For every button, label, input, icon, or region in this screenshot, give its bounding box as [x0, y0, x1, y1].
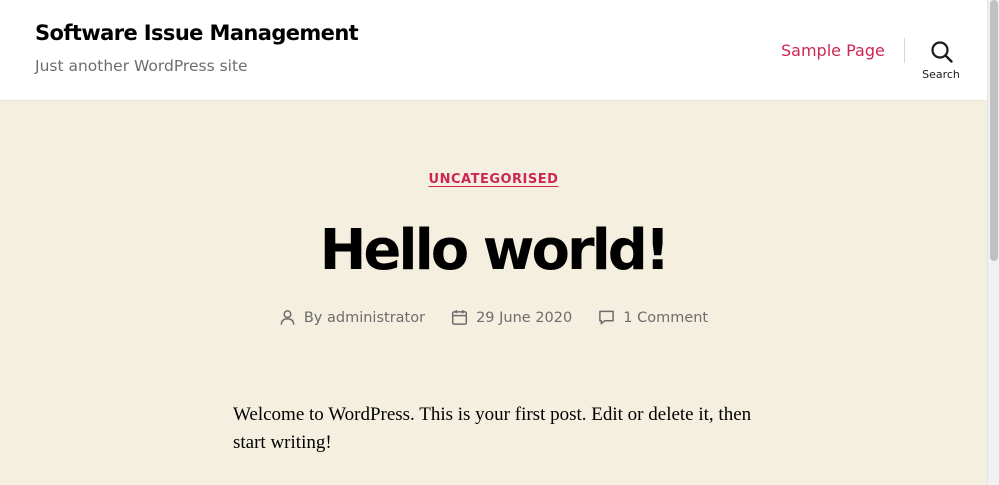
comment-icon — [599, 310, 615, 325]
site-description: Just another WordPress site — [35, 57, 248, 75]
header-divider — [904, 38, 905, 63]
post-comments: 1 Comment — [598, 309, 708, 326]
scrollbar-thumb[interactable] — [990, 0, 998, 261]
comments-link[interactable]: 1 Comment — [623, 310, 708, 326]
calendar-icon — [452, 309, 468, 325]
site-title[interactable]: Software Issue Management — [35, 21, 359, 45]
author-prefix: By — [303, 309, 323, 326]
author-link[interactable]: administrator — [327, 310, 425, 326]
post-meta: By administrator 29 June 2020 1 Comment — [0, 309, 987, 326]
search-label: Search — [922, 68, 960, 81]
search-toggle-button[interactable]: Search — [915, 36, 967, 82]
post-content: Welcome to WordPress. This is your first… — [233, 404, 752, 453]
site-header: Software Issue Management Just another W… — [0, 0, 987, 101]
nav-item-sample-page[interactable]: Sample Page — [781, 41, 885, 60]
page: Software Issue Management Just another W… — [0, 0, 999, 485]
post-title[interactable]: Hello world! — [0, 216, 987, 286]
scrollbar[interactable] — [987, 0, 999, 485]
post-date: 29 June 2020 — [451, 309, 572, 326]
date-link[interactable]: 29 June 2020 — [476, 310, 572, 326]
category-link[interactable]: UNCATEGORISED — [0, 172, 987, 187]
search-icon — [931, 41, 953, 63]
post-author: By administrator — [279, 309, 425, 326]
person-icon — [280, 310, 295, 325]
